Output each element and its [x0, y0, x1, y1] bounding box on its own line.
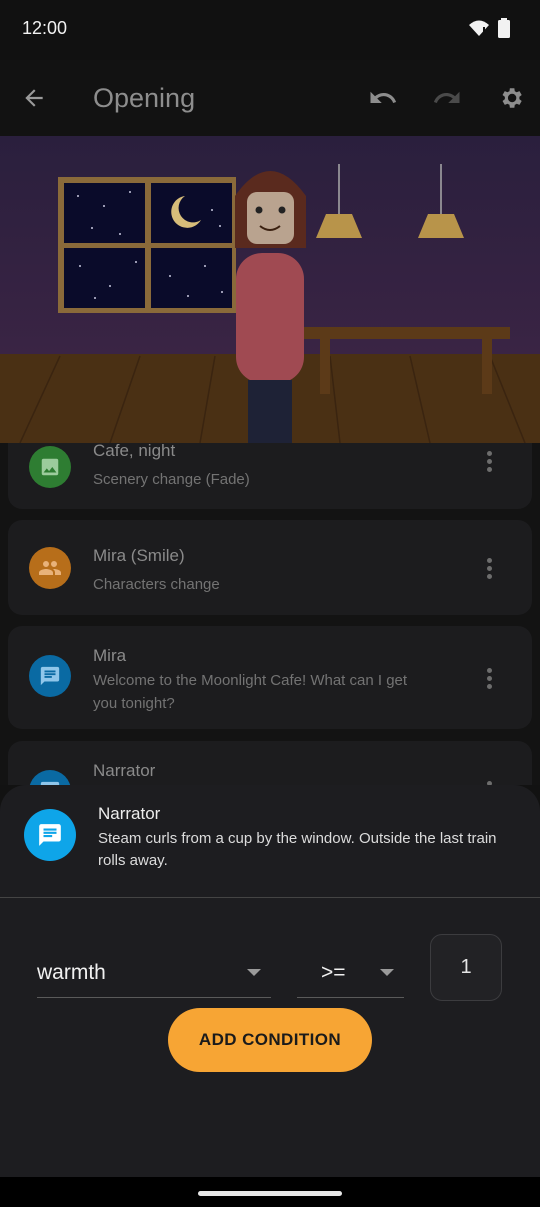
- redo-button[interactable]: [425, 76, 469, 120]
- undo-button[interactable]: [361, 76, 405, 120]
- home-gesture-handle[interactable]: [198, 1191, 342, 1196]
- settings-button[interactable]: [489, 76, 533, 120]
- variable-dropdown[interactable]: warmth: [37, 947, 271, 998]
- event-subtitle: Characters change: [93, 576, 220, 593]
- event-title: Mira (Smile): [93, 546, 185, 565]
- condition-value-input[interactable]: 1: [430, 934, 502, 1001]
- chat-icon: [40, 666, 60, 686]
- wifi-icon: [468, 20, 489, 36]
- cafe-night-illustration: [0, 136, 540, 443]
- chevron-down-icon: [247, 969, 261, 976]
- status-time: 12:00: [22, 18, 68, 38]
- people-icon: [39, 561, 61, 575]
- page-title: Opening: [93, 83, 196, 113]
- event-title: Narrator: [93, 761, 156, 780]
- more-vert-icon[interactable]: [486, 558, 492, 582]
- condition-bottom-sheet: Narrator Steam curls from a cup by the w…: [0, 785, 540, 1177]
- undo-icon: [370, 91, 397, 103]
- navigation-bar: [0, 1177, 540, 1207]
- redo-icon: [433, 91, 460, 103]
- image-icon: [41, 458, 59, 476]
- list-item[interactable]: Mira Welcome to the Moonlight Cafe! What…: [8, 626, 532, 729]
- back-button[interactable]: [12, 76, 56, 120]
- variable-value: warmth: [37, 961, 106, 984]
- list-item[interactable]: Mira (Smile) Characters change: [8, 520, 532, 615]
- list-item[interactable]: Narrator: [8, 741, 532, 785]
- event-subtitle: Scenery change (Fade): [93, 471, 250, 488]
- operator-dropdown[interactable]: >=: [297, 947, 404, 998]
- event-avatar: [29, 446, 71, 488]
- status-icons: [468, 18, 510, 38]
- event-list[interactable]: Cafe, night Scenery change (Fade) Mira (…: [0, 443, 540, 785]
- event-subtitle: Welcome to the Moonlight Cafe! What can …: [93, 672, 408, 712]
- sheet-dialogue-text: Steam curls from a cup by the window. Ou…: [98, 830, 497, 869]
- event-avatar: [29, 770, 71, 785]
- more-vert-icon[interactable]: [486, 668, 492, 692]
- chat-icon: [39, 824, 61, 846]
- event-avatar: [29, 547, 71, 589]
- more-vert-icon[interactable]: [486, 451, 492, 475]
- divider: [0, 897, 540, 898]
- status-bar: 12:00: [0, 0, 540, 60]
- event-avatar: [29, 655, 71, 697]
- app-bar: Opening: [0, 60, 540, 136]
- list-item[interactable]: Cafe, night Scenery change (Fade): [8, 443, 532, 509]
- chevron-down-icon: [380, 969, 394, 976]
- event-title: Cafe, night: [93, 443, 176, 460]
- narrator-avatar: [24, 809, 76, 861]
- arrow-back-icon: [25, 89, 43, 107]
- event-title: Mira: [93, 646, 127, 665]
- scene-preview[interactable]: [0, 136, 540, 443]
- add-condition-button[interactable]: ADD CONDITION: [168, 1008, 372, 1072]
- battery-icon: [498, 18, 510, 38]
- operator-value: >=: [321, 961, 346, 984]
- settings-gear-icon: [502, 88, 522, 108]
- sheet-speaker: Narrator: [98, 804, 161, 823]
